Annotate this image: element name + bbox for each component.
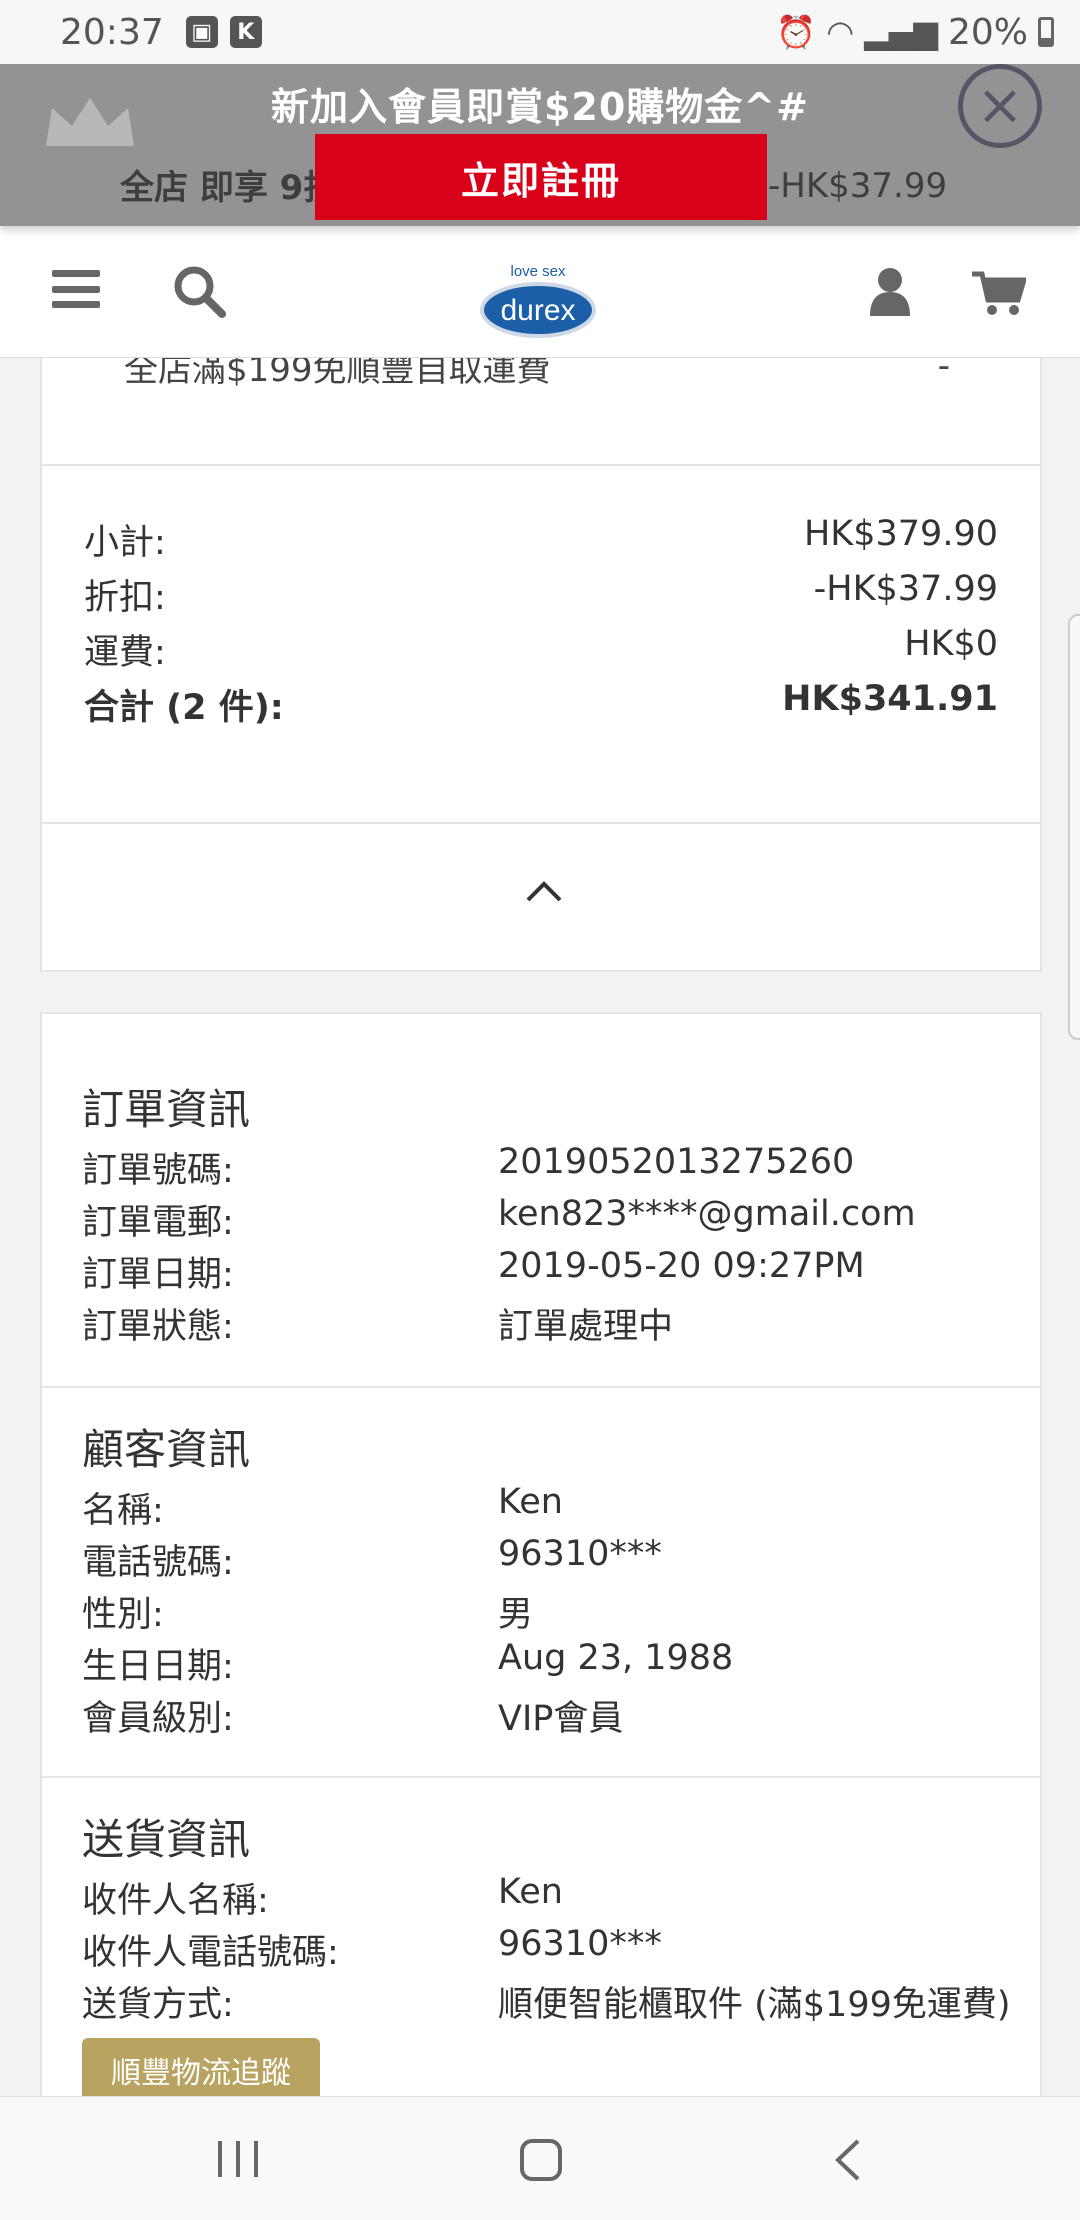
delivery-info-row: 收件人電話號碼: 96310*** — [82, 1924, 1020, 1975]
sf-tracking-button[interactable]: 順豐物流追蹤 — [82, 2038, 320, 2102]
system-nav-bar — [0, 2096, 1080, 2220]
row-value: Ken — [498, 1872, 563, 1912]
order-details-card: 訂單資訊 訂單號碼: 2019052013275260 訂單電郵: ken823… — [40, 1012, 1042, 2102]
section-divider — [42, 1776, 1040, 1778]
order-info-row: 訂單日期: 2019-05-20 09:27PM — [82, 1246, 1020, 1297]
chevron-up-icon[interactable] — [524, 872, 564, 912]
home-icon[interactable] — [520, 2139, 562, 2181]
search-icon[interactable] — [172, 264, 226, 318]
row-label: 生日日期: — [82, 1647, 234, 1687]
row-value: 訂單處理中 — [498, 1307, 674, 1347]
delivery-info-title: 送貨資訊 — [82, 1815, 251, 1864]
row-value: 2019-05-20 09:27PM — [498, 1246, 865, 1286]
site-header: love sex durex — [0, 226, 1080, 358]
wifi-icon: ◠ — [826, 13, 855, 51]
promo-behind-text: 全店 即享 9折 — [120, 168, 338, 208]
order-summary: 小計: HK$379.90 折扣: -HK$37.99 運費: HK$0 合計 … — [40, 464, 1042, 824]
durex-logo[interactable]: love sex durex — [478, 246, 598, 344]
logo-tagline: love sex — [510, 263, 566, 280]
row-value: VIP會員 — [498, 1699, 624, 1739]
cart-icon[interactable] — [970, 270, 1026, 316]
row-label: 會員級別: — [82, 1699, 234, 1739]
row-label: 訂單日期: — [82, 1255, 234, 1295]
collapse-toggle[interactable] — [40, 822, 1042, 972]
promo-behind-discount: -HK$37.99 — [768, 166, 948, 206]
row-value: Ken — [498, 1482, 563, 1522]
customer-info-row: 會員級別: VIP會員 — [82, 1690, 1020, 1741]
summary-label: 小計: — [84, 523, 166, 563]
row-value: Aug 23, 1988 — [498, 1638, 734, 1678]
order-info-row: 訂單狀態: 訂單處理中 — [82, 1298, 1020, 1349]
delivery-info-row: 收件人名稱: Ken — [82, 1872, 1020, 1923]
row-label: 性別: — [82, 1595, 164, 1635]
row-value: 96310*** — [498, 1924, 662, 1964]
row-value: 96310*** — [498, 1534, 662, 1574]
battery-percent: 20% — [947, 11, 1028, 53]
row-label: 收件人名稱: — [82, 1881, 269, 1921]
summary-label: 運費: — [84, 633, 166, 673]
summary-row-shipping: 運費: HK$0 — [84, 624, 998, 675]
menu-icon[interactable] — [52, 270, 100, 308]
row-label: 訂單狀態: — [82, 1307, 234, 1347]
promo-banner: 全店 即享 9折 -HK$37.99 新加入會員即賞$20購物金^# 立即註冊 … — [0, 64, 1080, 226]
close-icon[interactable]: × — [958, 64, 1042, 148]
customer-info-row: 生日日期: Aug 23, 1988 — [82, 1638, 1020, 1689]
signal-icon: ▂▄▆ — [864, 13, 938, 51]
order-info-row: 訂單電郵: ken823****@gmail.com — [82, 1194, 1020, 1245]
summary-value: HK$341.91 — [782, 679, 998, 719]
summary-value: -HK$37.99 — [813, 569, 998, 609]
summary-row-total: 合計 (2 件): HK$341.91 — [84, 679, 998, 730]
row-value: 男 — [498, 1595, 534, 1635]
scroll-handle[interactable] — [1068, 614, 1080, 1040]
status-bar: 20:37 ▣ K ⏰ ◠ ▂▄▆ 20% — [0, 0, 1080, 64]
account-icon[interactable] — [868, 266, 912, 316]
customer-info-title: 顧客資訊 — [82, 1425, 251, 1474]
logo-text: durex — [500, 294, 575, 327]
status-time: 20:37 — [60, 11, 164, 53]
recent-apps-icon[interactable] — [218, 2141, 258, 2177]
k-app-icon: K — [229, 16, 262, 48]
promo-title: 新加入會員即賞$20購物金^# — [270, 85, 809, 129]
row-label: 名稱: — [82, 1491, 164, 1531]
customer-info-row: 電話號碼: 96310*** — [82, 1534, 1020, 1585]
row-label: 送貨方式: — [82, 1985, 234, 2025]
row-value: ken823****@gmail.com — [498, 1194, 916, 1234]
row-label: 收件人電話號碼: — [82, 1933, 339, 1973]
summary-row-discount: 折扣: -HK$37.99 — [84, 569, 998, 620]
order-info-title: 訂單資訊 — [82, 1085, 251, 1134]
back-icon[interactable] — [828, 2137, 868, 2183]
summary-label: 合計 (2 件): — [84, 688, 284, 728]
battery-icon — [1038, 17, 1054, 47]
customer-info-row: 性別: 男 — [82, 1586, 1020, 1637]
row-label: 訂單號碼: — [82, 1151, 234, 1191]
row-value: 順便智能櫃取件 (滿$199免運費) — [498, 1985, 1011, 2025]
section-divider — [42, 1386, 1040, 1388]
order-info-row: 訂單號碼: 2019052013275260 — [82, 1142, 1020, 1193]
delivery-info-row: 送貨方式: 順便智能櫃取件 (滿$199免運費) — [82, 1976, 1020, 2027]
row-label: 訂單電郵: — [82, 1203, 234, 1243]
summary-value: HK$379.90 — [803, 514, 998, 554]
register-button[interactable]: 立即註冊 — [315, 134, 767, 220]
row-value: 2019052013275260 — [498, 1142, 855, 1182]
summary-row-subtotal: 小計: HK$379.90 — [84, 514, 998, 565]
gallery-icon: ▣ — [185, 16, 218, 48]
row-label: 電話號碼: — [82, 1543, 234, 1583]
summary-label: 折扣: — [84, 578, 166, 618]
summary-value: HK$0 — [904, 624, 998, 664]
alarm-icon: ⏰ — [776, 13, 817, 51]
discount-card: 全店滿$199免順豐自取運費 - — [40, 346, 1042, 466]
customer-info-row: 名稱: Ken — [82, 1482, 1020, 1533]
